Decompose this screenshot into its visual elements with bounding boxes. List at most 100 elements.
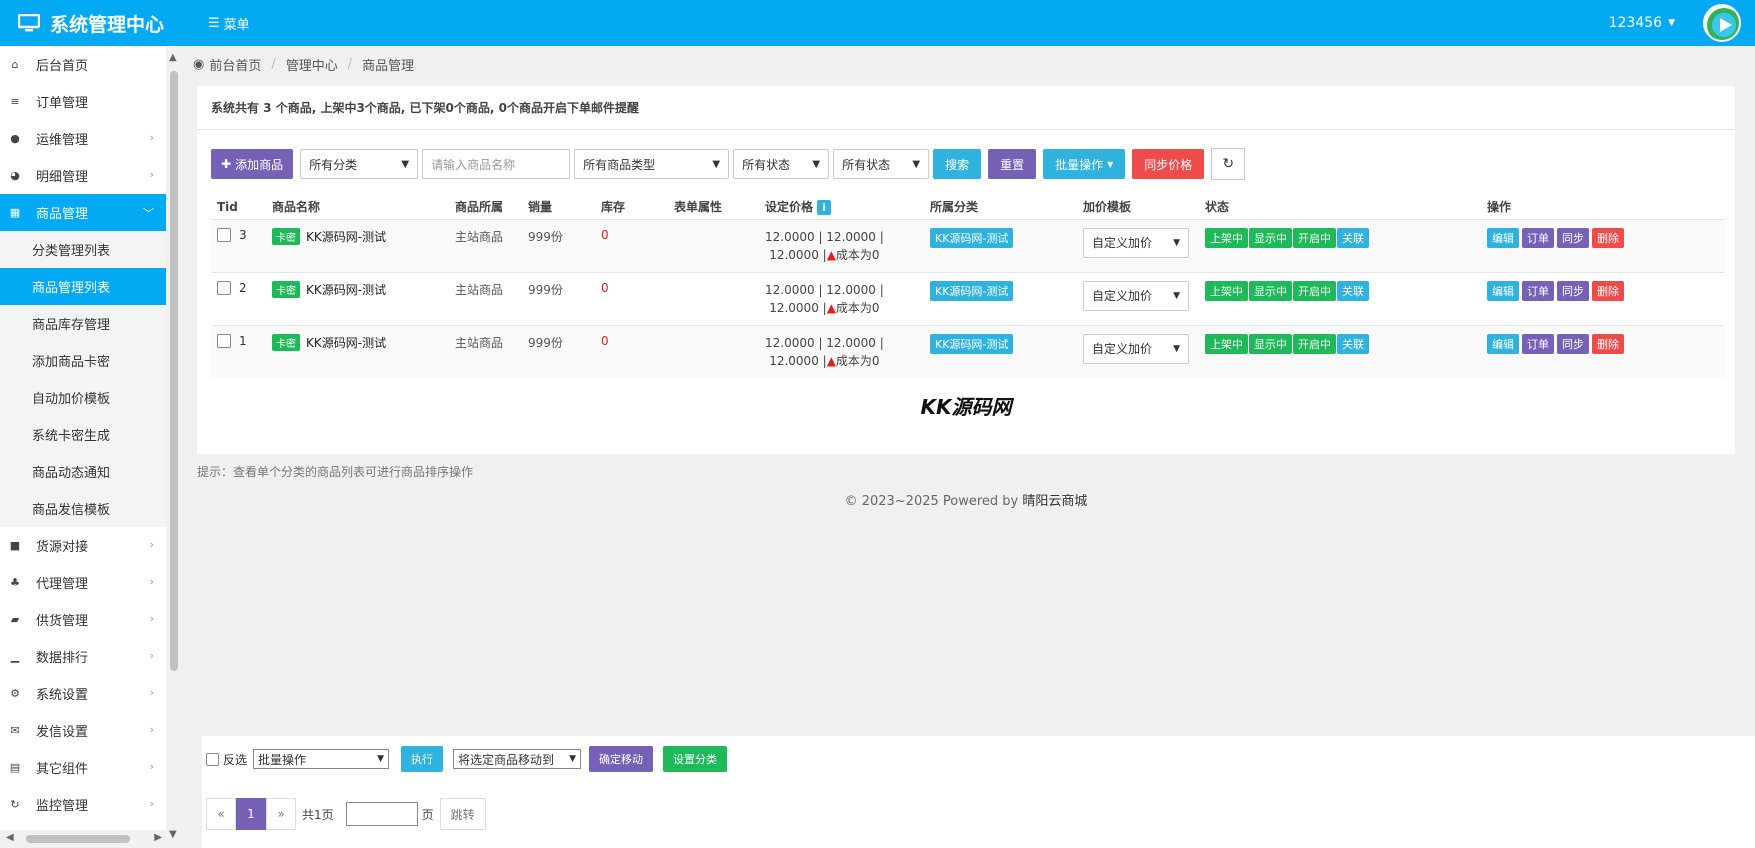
info-icon[interactable]: i <box>817 200 831 216</box>
sidebar-item-4[interactable]: ▦ 商品管理 ﹀ <box>0 194 166 231</box>
scroll-up-icon[interactable]: ▲ <box>169 52 177 63</box>
action-button-3[interactable]: 删除 <box>1592 280 1624 301</box>
sidebar-item-bottom-6[interactable]: ▤ 其它组件 › <box>0 749 166 786</box>
status-badge[interactable]: 关联 <box>1337 333 1369 354</box>
sidebar-item-bottom-3[interactable]: ▁ 数据排行 › <box>0 638 166 675</box>
action-button-3[interactable]: 删除 <box>1592 333 1624 354</box>
breadcrumb-home[interactable]: 前台首页 <box>209 55 261 74</box>
invert-select-checkbox[interactable] <box>206 752 219 766</box>
page-1-button[interactable]: 1 <box>236 798 266 830</box>
total-pages: 共1页 <box>302 807 334 822</box>
status-badge[interactable]: 上架中 <box>1205 227 1248 248</box>
sidebar-item-bottom-1[interactable]: ♣ 代理管理 › <box>0 564 166 601</box>
action-button-1[interactable]: 订单 <box>1522 333 1554 354</box>
next-page-button[interactable]: » <box>266 798 296 830</box>
scroll-right-icon[interactable]: ▶ <box>154 832 162 843</box>
sidebar-subitem-6[interactable]: 商品动态通知 <box>0 453 166 490</box>
row-checkbox[interactable] <box>217 228 231 242</box>
confirm-move-button[interactable]: 确定移动 <box>589 746 654 772</box>
sidebar-subitem-5[interactable]: 系统卡密生成 <box>0 416 166 453</box>
action-button-2[interactable]: 同步 <box>1557 333 1589 354</box>
sidebar-item-bottom-0[interactable]: ■ 货源对接 › <box>0 527 166 564</box>
breadcrumb-admin[interactable]: 管理中心 <box>286 55 338 74</box>
status-badge[interactable]: 上架中 <box>1205 280 1248 301</box>
action-button-1[interactable]: 订单 <box>1522 280 1554 301</box>
user-menu[interactable]: 123456 ▼ <box>1609 0 1675 46</box>
jump-button[interactable]: 跳转 <box>439 798 486 830</box>
sidebar-subitem-0[interactable]: 分类管理列表 <box>0 231 166 268</box>
sidebar-item-bottom-7[interactable]: ↻ 监控管理 › <box>0 786 166 823</box>
sidebar-subitem-2[interactable]: 商品库存管理 <box>0 305 166 342</box>
row-checkbox[interactable] <box>217 334 231 348</box>
sidebar-item-2[interactable]: ● 运维管理 › <box>0 120 166 157</box>
execute-button[interactable]: 执行 <box>401 746 444 772</box>
sidebar-subitem-1[interactable]: 商品管理列表 <box>0 268 166 305</box>
sidebar-subitem-7[interactable]: 商品发信模板 <box>0 490 166 527</box>
template-select[interactable]: 自定义加价 ▼ <box>1083 280 1189 311</box>
status-badge[interactable]: 开启中 <box>1293 333 1336 354</box>
status-badge[interactable]: 开启中 <box>1293 280 1336 301</box>
template-select[interactable]: 自定义加价 ▼ <box>1083 333 1189 364</box>
sidebar-item-0[interactable]: ⌂ 后台首页 <box>0 46 166 83</box>
batch-panel: 反选 批量操作 ▼ 执行 将选定商品移动到 ▼ 确定移动 设置分类 « 1 » 共1… <box>202 736 1755 848</box>
refresh-button[interactable]: ↻ <box>1211 148 1246 180</box>
scroll-thumb[interactable] <box>170 71 178 671</box>
move-to-select[interactable]: 将选定商品移动到 ▼ <box>453 749 582 769</box>
type-tag: 卡密 <box>272 227 300 245</box>
sync-price-button[interactable]: 同步价格 <box>1132 149 1205 179</box>
page-number-input[interactable] <box>345 802 418 826</box>
product-type-select[interactable]: 所有商品类型 ▼ <box>574 149 730 179</box>
chevron-right-icon: › <box>149 575 154 588</box>
sidebar-item-label: 其它组件 <box>36 762 89 777</box>
action-button-0[interactable]: 编辑 <box>1487 280 1519 301</box>
category-label[interactable]: KK源码网-测试 <box>930 333 1014 354</box>
batch-operation-select[interactable]: 批量操作 ▼ <box>253 749 390 769</box>
status-badge[interactable]: 上架中 <box>1205 333 1248 354</box>
status-select-2[interactable]: 所有状态 ▼ <box>833 149 930 179</box>
sidebar-subitem-3[interactable]: 添加商品卡密 <box>0 342 166 379</box>
action-button-2[interactable]: 同步 <box>1557 280 1589 301</box>
sidebar-horizontal-scrollbar[interactable]: ◀ ▶ <box>0 830 166 848</box>
sidebar-item-1[interactable]: ≡ 订单管理 <box>0 83 166 120</box>
action-button-0[interactable]: 编辑 <box>1487 227 1519 248</box>
avatar[interactable] <box>1703 4 1741 42</box>
action-button-2[interactable]: 同步 <box>1557 227 1589 248</box>
prev-page-button[interactable]: « <box>206 798 236 830</box>
sidebar-item-bottom-5[interactable]: ✉ 发信设置 › <box>0 712 166 749</box>
status-badge[interactable]: 显示中 <box>1249 333 1292 354</box>
product-name-input[interactable]: 请输入商品名称 <box>422 149 571 179</box>
sidebar-item-bottom-4[interactable]: ⚙ 系统设置 › <box>0 675 166 712</box>
reset-button[interactable]: 重置 <box>988 149 1037 179</box>
search-button[interactable]: 搜索 <box>933 149 982 179</box>
set-category-button[interactable]: 设置分类 <box>663 746 728 772</box>
batch-operation-button[interactable]: 批量操作 ▼ <box>1043 149 1126 179</box>
menu-toggle[interactable]: ☰ 菜单 <box>208 0 250 46</box>
sidebar-item-bottom-2[interactable]: ▰ 供货管理 › <box>0 601 166 638</box>
status-badge[interactable]: 显示中 <box>1249 227 1292 248</box>
sidebar-vertical-scrollbar[interactable]: ▲ ▼ <box>166 46 182 848</box>
row-checkbox[interactable] <box>217 281 231 295</box>
footer-brand-link[interactable]: 晴阳云商城 <box>1022 494 1087 509</box>
col-tid[interactable]: Tid <box>211 195 266 219</box>
action-button-3[interactable]: 删除 <box>1592 227 1624 248</box>
status-badge[interactable]: 开启中 <box>1293 227 1336 248</box>
template-select[interactable]: 自定义加价 ▼ <box>1083 227 1189 258</box>
chevron-right-icon: › <box>149 131 154 144</box>
scroll-down-icon[interactable]: ▼ <box>169 829 177 840</box>
category-label[interactable]: KK源码网-测试 <box>930 280 1014 301</box>
add-product-button[interactable]: ✚ 添加商品 <box>211 149 294 179</box>
brand[interactable]: 系统管理中心 <box>18 0 164 46</box>
scroll-thumb-horizontal[interactable] <box>26 835 130 843</box>
status-select-1[interactable]: 所有状态 ▼ <box>733 149 830 179</box>
status-badge[interactable]: 显示中 <box>1249 280 1292 301</box>
sidebar-item-3[interactable]: ◕ 明细管理 › <box>0 157 166 194</box>
scroll-left-icon[interactable]: ◀ <box>6 832 14 843</box>
action-button-0[interactable]: 编辑 <box>1487 333 1519 354</box>
action-button-1[interactable]: 订单 <box>1522 227 1554 248</box>
chevron-down-icon: ▼ <box>401 158 410 170</box>
category-label[interactable]: KK源码网-测试 <box>930 227 1014 248</box>
sidebar-subitem-4[interactable]: 自动加价模板 <box>0 379 166 416</box>
category-select[interactable]: 所有分类 ▼ <box>300 149 419 179</box>
status-badge[interactable]: 关联 <box>1337 227 1369 248</box>
status-badge[interactable]: 关联 <box>1337 280 1369 301</box>
